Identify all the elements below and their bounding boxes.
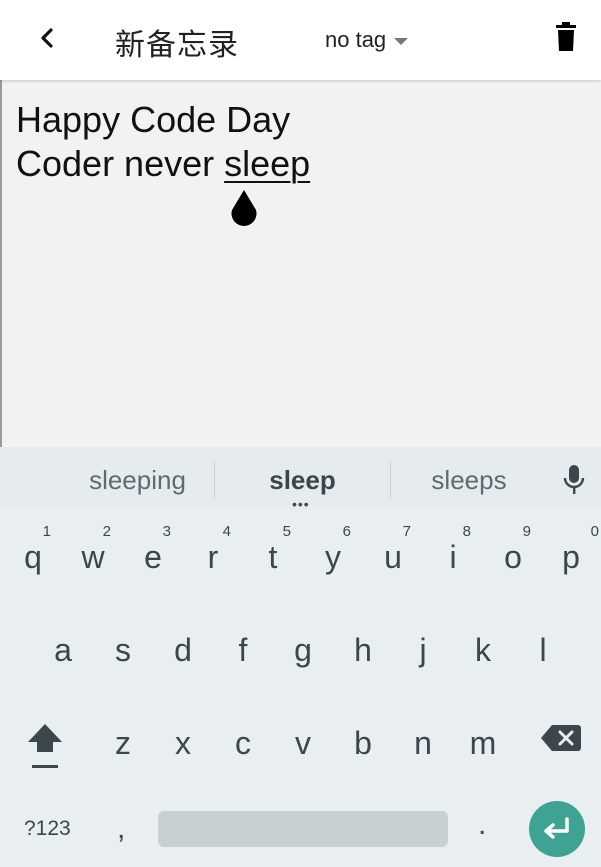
key-k[interactable]: k <box>453 618 513 688</box>
suggestion-center[interactable]: sleep <box>230 465 375 496</box>
key-label: e <box>144 539 162 575</box>
key-label: p <box>562 539 580 575</box>
key-label: l <box>539 632 547 668</box>
comma-key[interactable]: , <box>117 812 125 846</box>
key-label: y <box>325 539 341 575</box>
back-arrow-icon[interactable] <box>34 22 62 54</box>
key-hint: 1 <box>42 523 51 540</box>
key-label: v <box>295 725 311 761</box>
key-hint: 3 <box>162 523 171 540</box>
key-s[interactable]: s <box>93 618 153 688</box>
key-hint: 2 <box>102 523 111 540</box>
key-z[interactable]: z <box>93 711 153 781</box>
key-a[interactable]: a <box>33 618 93 688</box>
key-label: h <box>354 632 372 668</box>
key-n[interactable]: n <box>393 711 453 781</box>
top-toolbar: 新备忘录 no tag <box>0 0 601 80</box>
suggestion-divider <box>214 461 215 499</box>
trash-icon[interactable] <box>552 20 580 54</box>
composing-word: sleep <box>224 143 311 184</box>
note-line-2: Coder never sleep <box>16 142 586 186</box>
key-j[interactable]: j <box>393 618 453 688</box>
key-label: z <box>115 725 131 761</box>
key-c[interactable]: c <box>213 711 273 781</box>
key-label: q <box>24 539 42 575</box>
key-u[interactable]: u7 <box>363 523 423 595</box>
more-suggestions-indicator: ••• <box>292 496 310 512</box>
key-label: t <box>268 539 278 575</box>
enter-key[interactable] <box>529 801 585 857</box>
key-label: n <box>414 725 432 761</box>
key-label: x <box>175 725 191 761</box>
shift-icon[interactable] <box>24 718 66 774</box>
key-v[interactable]: v <box>273 711 333 781</box>
note-editor[interactable]: Happy Code Day Coder never sleep <box>16 98 586 186</box>
key-label: w <box>81 539 105 575</box>
key-hint: 8 <box>462 523 471 540</box>
suggestion-left[interactable]: sleeping <box>70 465 205 496</box>
cursor-handle-icon[interactable] <box>227 188 261 228</box>
key-r[interactable]: r4 <box>183 523 243 595</box>
key-label: o <box>504 539 522 575</box>
key-i[interactable]: i8 <box>423 523 483 595</box>
suggestion-divider <box>390 461 391 499</box>
key-hint: 0 <box>590 523 599 540</box>
key-hint: 7 <box>402 523 411 540</box>
key-hint: 9 <box>522 523 531 540</box>
key-x[interactable]: x <box>153 711 213 781</box>
key-label: s <box>115 632 131 668</box>
key-f[interactable]: f <box>213 618 273 688</box>
key-label: f <box>238 632 248 668</box>
key-label: a <box>54 632 72 668</box>
space-bar[interactable] <box>158 811 448 847</box>
key-label: g <box>294 632 312 668</box>
backspace-icon[interactable] <box>540 723 582 753</box>
microphone-icon[interactable] <box>562 463 586 497</box>
key-b[interactable]: b <box>333 711 393 781</box>
page-title: 新备忘录 <box>115 28 239 63</box>
key-hint: 4 <box>222 523 231 540</box>
key-h[interactable]: h <box>333 618 393 688</box>
key-label: c <box>235 725 251 761</box>
symbols-key[interactable]: ?123 <box>24 817 71 841</box>
key-hint: 6 <box>342 523 351 540</box>
key-y[interactable]: y6 <box>303 523 363 595</box>
suggestion-right[interactable]: sleeps <box>405 465 533 496</box>
note-line-2-text: Coder never <box>16 143 225 184</box>
key-label: u <box>384 539 402 575</box>
key-q[interactable]: q1 <box>3 523 63 595</box>
key-label: k <box>475 632 491 668</box>
tag-dropdown-label: no tag <box>325 27 387 52</box>
key-label: b <box>354 725 372 761</box>
period-key[interactable]: . <box>478 808 486 842</box>
key-label: r <box>207 539 219 575</box>
key-hint: 5 <box>282 523 291 540</box>
tag-dropdown[interactable]: no tag <box>325 25 409 55</box>
key-d[interactable]: d <box>153 618 213 688</box>
key-label: d <box>174 632 192 668</box>
key-label: m <box>469 725 497 761</box>
key-label: i <box>449 539 457 575</box>
key-g[interactable]: g <box>273 618 333 688</box>
key-l[interactable]: l <box>513 618 573 688</box>
key-label: j <box>419 632 427 668</box>
key-t[interactable]: t5 <box>243 523 303 595</box>
key-w[interactable]: w2 <box>63 523 123 595</box>
key-e[interactable]: e3 <box>123 523 183 595</box>
note-line-1: Happy Code Day <box>16 99 291 140</box>
key-p[interactable]: p0 <box>541 523 601 595</box>
enter-icon <box>544 817 569 839</box>
key-m[interactable]: m <box>453 711 513 781</box>
caret-down-icon <box>394 37 409 45</box>
key-o[interactable]: o9 <box>483 523 543 595</box>
suggestion-strip: sleeping sleep ••• sleeps <box>0 447 601 512</box>
